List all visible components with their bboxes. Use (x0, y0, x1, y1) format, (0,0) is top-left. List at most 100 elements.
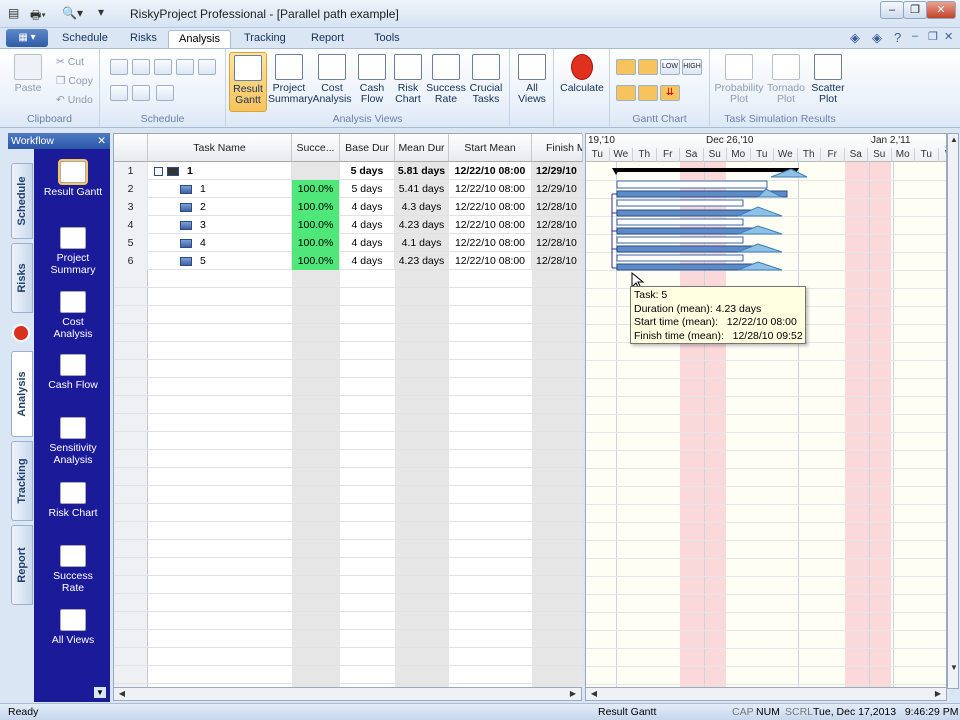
scroll-right-icon[interactable]: ▶ (567, 688, 579, 700)
gantt-high-icon[interactable]: HIGH (682, 59, 702, 75)
table-row[interactable]: 1 1 5 days 5.81 days 12/22/10 08:00 12/29/10 (114, 162, 583, 180)
cut-button[interactable]: ✂ Cut (56, 53, 84, 71)
scroll-up-icon[interactable]: ▲ (948, 134, 960, 146)
table-row[interactable]: 4 3 100.0% 4 days 4.23 days 12/22/10 08:00 12/… (114, 216, 583, 234)
tab-tracking[interactable]: Tracking (234, 30, 296, 48)
col-header-success[interactable]: Succe... (292, 134, 340, 162)
success-cell[interactable]: 100.0% (292, 252, 340, 270)
workflow-tab-analysis[interactable]: Analysis (11, 351, 33, 437)
table-row[interactable] (114, 558, 583, 576)
success-cell[interactable]: 100.0% (292, 180, 340, 198)
gantt-critical-icon[interactable] (638, 85, 658, 101)
table-row[interactable] (114, 630, 583, 648)
workflow-result-gantt[interactable]: Result Gantt (36, 159, 110, 198)
row-number[interactable]: 5 (114, 234, 148, 252)
table-row[interactable] (114, 360, 583, 378)
table-row[interactable] (114, 306, 583, 324)
table-row[interactable]: 2 1 100.0% 5 days 5.41 days 12/22/10 08:00 12/… (114, 180, 583, 198)
table-row[interactable] (114, 414, 583, 432)
base-dur-cell[interactable]: 5 days (340, 180, 395, 198)
tab-tools[interactable]: Tools (364, 30, 410, 48)
start-mean-cell[interactable]: 12/22/10 08:00 (449, 180, 532, 198)
row-number[interactable]: 4 (114, 216, 148, 234)
cash-flow-button[interactable]: Cash Flow (353, 52, 391, 112)
mean-dur-cell[interactable]: 5.41 days (395, 180, 449, 198)
finish-mean-cell[interactable]: 12/28/10 (532, 198, 583, 216)
tab-risks[interactable]: Risks (120, 30, 167, 48)
start-mean-cell[interactable]: 12/22/10 08:00 (449, 252, 532, 270)
calculator-icon[interactable] (12, 324, 30, 342)
task-name-cell[interactable]: 1 (148, 162, 292, 180)
success-cell[interactable] (292, 162, 340, 180)
paste-button[interactable]: Paste (10, 52, 46, 112)
grid-corner[interactable] (114, 134, 148, 162)
indent-icon[interactable] (110, 59, 128, 75)
finish-mean-cell[interactable]: 12/28/10 (532, 252, 583, 270)
start-mean-cell[interactable]: 12/22/10 08:00 (449, 234, 532, 252)
table-row[interactable] (114, 576, 583, 594)
table-row[interactable] (114, 504, 583, 522)
mean-dur-cell[interactable]: 4.23 days (395, 216, 449, 234)
row-number[interactable]: 1 (114, 162, 148, 180)
finish-mean-cell[interactable]: 12/28/10 (532, 216, 583, 234)
quick-access-dropdown-icon[interactable]: ▾ (98, 5, 104, 21)
tab-analysis[interactable]: Analysis (168, 30, 231, 48)
workflow-tab-report[interactable]: Report (11, 525, 33, 605)
move-left-icon[interactable] (110, 85, 128, 101)
base-dur-cell[interactable]: 4 days (340, 216, 395, 234)
base-dur-cell[interactable]: 4 days (340, 198, 395, 216)
workflow-all-views[interactable]: All Views (36, 609, 110, 646)
gantt-range-icon[interactable] (638, 59, 658, 75)
base-dur-cell[interactable]: 4 days (340, 234, 395, 252)
start-mean-cell[interactable]: 12/22/10 08:00 (449, 198, 532, 216)
app-icon[interactable]: ▤ (8, 6, 19, 22)
table-row[interactable] (114, 612, 583, 630)
finish-mean-cell[interactable]: 12/29/10 (532, 180, 583, 198)
child-close-icon[interactable]: ✕ (944, 30, 953, 43)
finish-mean-cell[interactable]: 12/28/10 (532, 234, 583, 252)
mean-dur-cell[interactable]: 4.23 days (395, 252, 449, 270)
row-number[interactable]: 2 (114, 180, 148, 198)
preview-icon[interactable]: 🔍▾ (62, 6, 83, 22)
workflow-cost-analysis[interactable]: Cost Analysis (36, 291, 110, 340)
table-row[interactable] (114, 324, 583, 342)
table-row[interactable]: 3 2 100.0% 4 days 4.3 days 12/22/10 08:00 12/2… (114, 198, 583, 216)
start-mean-cell[interactable]: 12/22/10 08:00 (449, 162, 532, 180)
task-name-cell[interactable]: 5 (148, 252, 292, 270)
workflow-tab-risks[interactable]: Risks (11, 243, 33, 313)
col-header-task-name[interactable]: Task Name (148, 134, 292, 162)
result-gantt-button[interactable]: Result Gantt (229, 52, 267, 112)
print-icon[interactable]: 🖶▾ (30, 6, 46, 22)
workflow-cash-flow[interactable]: Cash Flow (36, 354, 110, 391)
link-icon[interactable] (154, 59, 172, 75)
help-icon[interactable]: ? (894, 30, 901, 45)
unlink-icon[interactable] (176, 59, 194, 75)
col-header-mean-dur[interactable]: Mean Dur (395, 134, 449, 162)
scroll-left-icon[interactable]: ◀ (588, 688, 600, 700)
success-cell[interactable]: 100.0% (292, 234, 340, 252)
forward-icon[interactable]: ◈ (872, 30, 882, 46)
success-rate-button[interactable]: Success Rate (425, 52, 467, 112)
table-row[interactable] (114, 540, 583, 558)
mean-dur-cell[interactable]: 5.81 days (395, 162, 449, 180)
table-row[interactable] (114, 648, 583, 666)
calculate-button[interactable]: Calculate (558, 52, 606, 112)
project-summary-button[interactable]: Project Summary (268, 52, 313, 112)
workflow-project-summary[interactable]: Project Summary (36, 227, 110, 276)
gantt-arrows-icon[interactable]: ⇊ (660, 85, 680, 101)
probability-plot-button[interactable]: Probability Plot (714, 52, 764, 112)
task-name-cell[interactable]: 4 (148, 234, 292, 252)
base-dur-cell[interactable]: 4 days (340, 252, 395, 270)
move-right-icon[interactable] (132, 85, 150, 101)
back-icon[interactable]: ◈ (850, 30, 860, 46)
mean-dur-cell[interactable]: 4.1 days (395, 234, 449, 252)
grid-horizontal-scrollbar[interactable]: ◀ ▶ (113, 687, 582, 701)
scroll-left-icon[interactable]: ◀ (116, 688, 128, 700)
table-row[interactable] (114, 594, 583, 612)
workflow-tab-schedule[interactable]: Schedule (11, 163, 33, 239)
mean-dur-cell[interactable]: 4.3 days (395, 198, 449, 216)
table-row[interactable] (114, 486, 583, 504)
gantt-horizontal-scrollbar[interactable]: ◀ ▶ (585, 687, 947, 701)
row-number[interactable]: 6 (114, 252, 148, 270)
workflow-success-rate[interactable]: Success Rate (36, 545, 110, 594)
